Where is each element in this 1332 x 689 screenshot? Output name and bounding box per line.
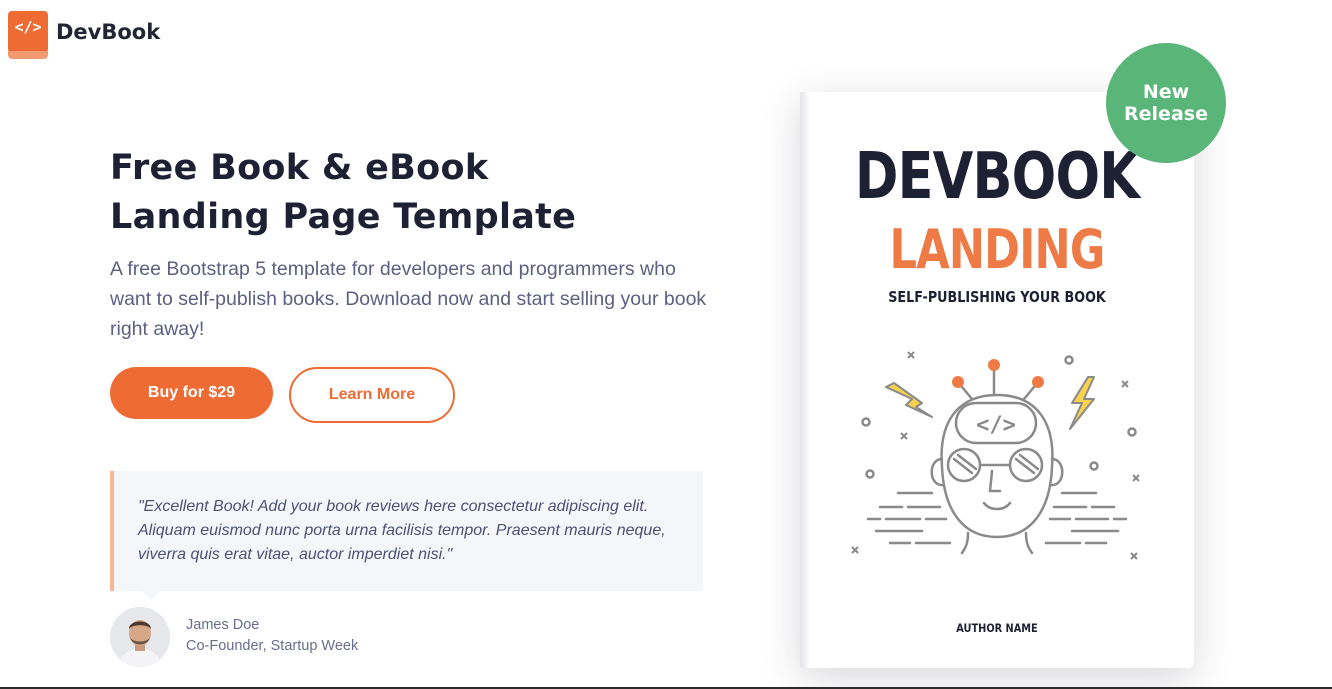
book-subtitle: LANDING [889,218,1105,281]
testimonial-quote: "Excellent Book! Add your book reviews h… [110,471,703,591]
brand-name: DevBook [56,20,161,44]
book-spine [800,92,810,668]
reviewer-name: James Doe [186,617,260,633]
hero-title-line-2: Landing Page Template [110,197,577,237]
learn-more-button[interactable]: Learn More [289,367,455,423]
new-release-badge: New Release [1106,43,1226,163]
book-title: DEVBOOK [854,140,1140,214]
hero-title: Free Book & eBook Landing Page Template [110,144,730,242]
badge-line-2: Release [1124,103,1208,125]
hero-description: A free Bootstrap 5 template for develope… [110,258,707,340]
book-tagline: SELF-PUBLISHING YOUR BOOK [888,288,1106,306]
book-cover: DEVBOOK LANDING SELF-PUBLISHING YOUR BOO… [800,92,1194,668]
developer-robot-illustration: </> [851,351,1140,560]
testimonial-text: "Excellent Book! Add your book reviews h… [138,498,666,563]
avatar [110,607,170,667]
quote-tail [142,591,160,600]
svg-text:</>: </> [976,413,1016,438]
book-author: AUTHOR NAME [956,621,1038,635]
badge-line-1: New [1142,81,1190,103]
book-code-icon: </> [8,11,48,59]
reviewer-role: Co-Founder, Startup Week [186,638,359,654]
buy-button[interactable]: Buy for $29 [110,367,273,419]
brand-logo-link[interactable]: </> DevBook [8,11,160,59]
hero-title-line-1: Free Book & eBook [110,148,489,188]
